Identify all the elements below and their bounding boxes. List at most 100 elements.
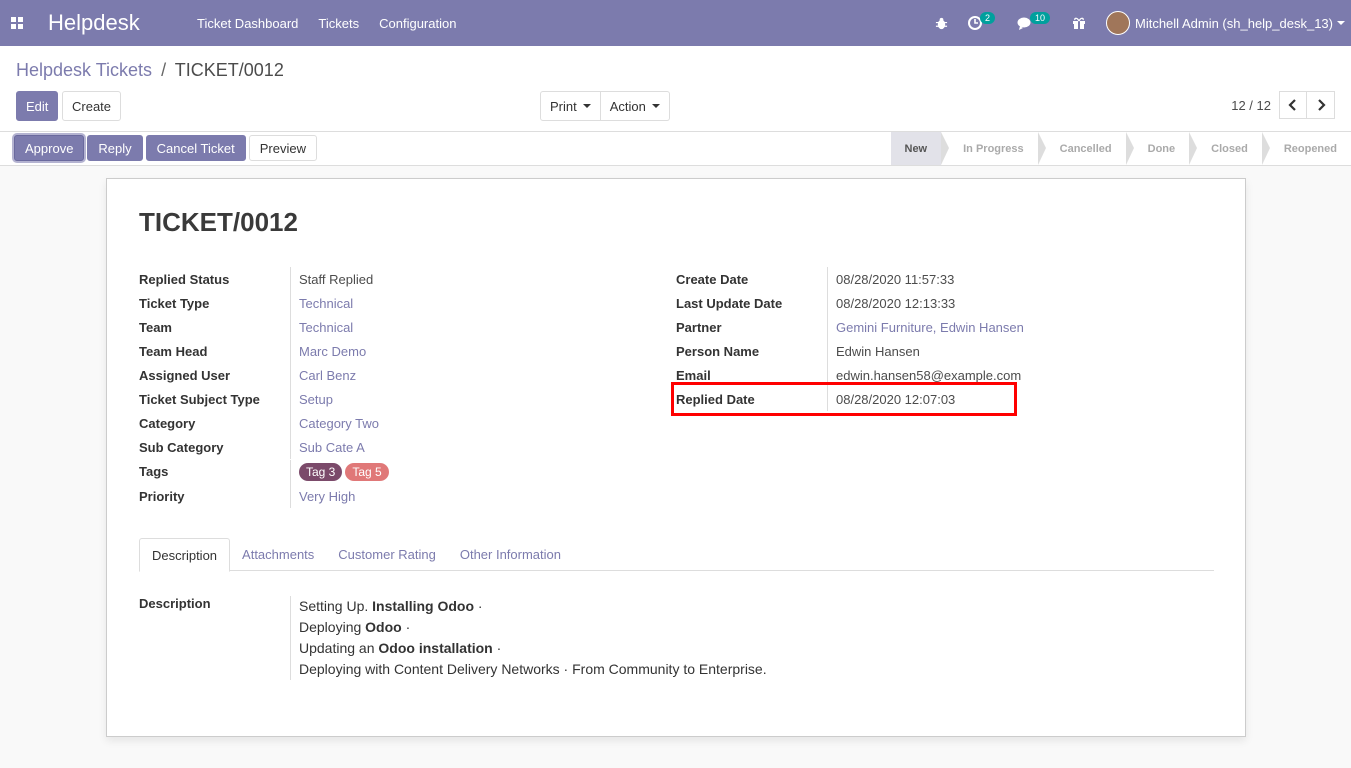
reply-button[interactable]: Reply <box>87 135 143 161</box>
top-navbar: Helpdesk Ticket Dashboard Tickets Config… <box>0 0 1351 46</box>
description-tab-content: Description Setting Up. Installing Odoo … <box>139 596 767 680</box>
field-value: Edwin Hansen <box>827 339 920 363</box>
field-value-link[interactable]: Sub Cate A <box>290 435 365 459</box>
menu-tickets[interactable]: Tickets <box>318 16 359 31</box>
field-assigned-user: Assigned User Carl Benz <box>139 363 392 387</box>
field-value-link[interactable]: Technical <box>290 291 353 315</box>
text-span: · <box>401 619 411 635</box>
bold-text: Odoo <box>365 619 402 635</box>
field-value-link[interactable]: Marc Demo <box>290 339 366 363</box>
tab-other-information[interactable]: Other Information <box>448 538 573 571</box>
stage-pipeline: New In Progress Cancelled Done Closed Re… <box>890 132 1351 165</box>
breadcrumb-parent-link[interactable]: Helpdesk Tickets <box>16 60 152 80</box>
field-label: Team Head <box>139 343 208 359</box>
tags-value: Tag 3 Tag 5 <box>290 459 392 484</box>
user-avatar[interactable] <box>1106 11 1130 35</box>
breadcrumb: Helpdesk Tickets / TICKET/0012 <box>16 60 284 81</box>
description-line: Deploying with Content Delivery Networks… <box>299 661 767 677</box>
field-value-link[interactable]: Setup <box>290 387 333 411</box>
field-value: 08/28/2020 12:13:33 <box>827 291 955 315</box>
tag-badge[interactable]: Tag 3 <box>299 462 343 481</box>
field-ticket-subject-type: Ticket Subject Type Setup <box>139 387 392 411</box>
bold-text: Installing Odoo <box>372 598 475 614</box>
left-field-group: Replied Status Staff Replied Ticket Type… <box>139 267 392 508</box>
tab-customer-rating[interactable]: Customer Rating <box>326 538 448 571</box>
gift-icon[interactable] <box>1072 16 1086 30</box>
ticket-title: TICKET/0012 <box>139 207 298 237</box>
text-span: Deploying <box>299 619 366 635</box>
chevron-left-icon <box>1288 99 1296 111</box>
field-sub-category: Sub Category Sub Cate A <box>139 435 392 459</box>
stage-done[interactable]: Done <box>1126 132 1197 165</box>
apps-menu-icon[interactable] <box>0 0 33 46</box>
field-value-link[interactable]: Gemini Furniture, Edwin Hansen <box>827 315 1024 339</box>
tag-badge[interactable]: Tag 5 <box>345 462 389 481</box>
field-label: Tags <box>139 464 169 479</box>
pager-value[interactable]: 12 / 12 <box>1231 98 1271 113</box>
control-panel: Helpdesk Tickets / TICKET/0012 Edit Crea… <box>0 46 1351 132</box>
stage-new[interactable]: New <box>890 132 949 165</box>
replied-date-highlight-box <box>671 382 1017 416</box>
field-value-link[interactable]: Category Two <box>290 411 379 435</box>
menu-configuration[interactable]: Configuration <box>379 16 456 31</box>
messages-chat-icon[interactable]: 10 <box>1017 12 1052 30</box>
description-body[interactable]: Setting Up. Installing Odoo · Deploying … <box>290 596 767 680</box>
stage-closed[interactable]: Closed <box>1189 132 1270 165</box>
bold-text: Odoo installation <box>378 640 493 656</box>
field-label: Create Date <box>676 271 749 287</box>
tab-description[interactable]: Description <box>139 538 231 572</box>
tab-attachments[interactable]: Attachments <box>230 538 326 571</box>
description-label: Description <box>139 596 211 611</box>
field-value-link[interactable]: Technical <box>290 315 353 339</box>
print-label: Print <box>550 98 577 114</box>
pager-next-button[interactable] <box>1307 91 1335 119</box>
debug-bug-icon[interactable] <box>935 17 948 30</box>
activity-clock-icon[interactable]: 2 <box>967 12 997 30</box>
field-team: Team Technical <box>139 315 392 339</box>
field-value: Staff Replied <box>290 267 373 291</box>
stage-in-progress[interactable]: In Progress <box>941 132 1046 165</box>
field-label: Sub Category <box>139 439 224 455</box>
text-span: · <box>492 640 502 656</box>
field-label: Assigned User <box>139 367 231 383</box>
app-brand[interactable]: Helpdesk <box>48 10 182 36</box>
print-dropdown[interactable]: Print <box>540 91 601 121</box>
field-label: Ticket Type <box>139 295 210 311</box>
cancel-ticket-button[interactable]: Cancel Ticket <box>145 135 246 161</box>
preview-button[interactable]: Preview <box>248 135 317 161</box>
field-value: 08/28/2020 11:57:33 <box>827 267 954 291</box>
field-create-date: Create Date 08/28/2020 11:57:33 <box>676 267 1024 291</box>
field-value: Very High <box>290 484 355 508</box>
field-person-name: Person Name Edwin Hansen <box>676 339 1024 363</box>
activity-badge: 2 <box>979 12 995 24</box>
approve-button[interactable]: Approve <box>14 135 85 161</box>
notebook-tabs: Description Attachments Customer Rating … <box>139 538 1214 572</box>
field-value-link[interactable]: Carl Benz <box>290 363 356 387</box>
field-category: Category Category Two <box>139 411 392 435</box>
text-span: Updating an <box>299 640 379 656</box>
field-replied-status: Replied Status Staff Replied <box>139 267 392 291</box>
breadcrumb-current: TICKET/0012 <box>174 60 284 80</box>
menu-ticket-dashboard[interactable]: Ticket Dashboard <box>197 16 298 31</box>
text-span: · <box>474 598 483 614</box>
create-button[interactable]: Create <box>62 91 122 121</box>
action-dropdown[interactable]: Action <box>600 91 670 121</box>
field-ticket-type: Ticket Type Technical <box>139 291 392 315</box>
form-sheet: TICKET/0012 Replied Status Staff Replied… <box>106 178 1246 737</box>
stage-reopened[interactable]: Reopened <box>1262 132 1351 165</box>
field-label: Replied Status <box>139 271 230 287</box>
pager-previous-button[interactable] <box>1279 91 1307 119</box>
field-label: Last Update Date <box>676 295 783 311</box>
user-menu-caret-icon[interactable] <box>1337 21 1345 25</box>
field-team-head: Team Head Marc Demo <box>139 339 392 363</box>
caret-down-icon <box>582 104 591 108</box>
field-priority: Priority Very High <box>139 484 392 508</box>
stage-cancelled[interactable]: Cancelled <box>1038 132 1134 165</box>
user-menu[interactable]: Mitchell Admin (sh_help_desk_13) <box>1135 16 1333 31</box>
description-line: Updating an Odoo installation · <box>299 638 767 659</box>
action-label: Action <box>609 98 646 114</box>
edit-button[interactable]: Edit <box>16 91 59 121</box>
caret-down-icon <box>651 104 660 108</box>
description-line: Setting Up. Installing Odoo · <box>299 596 767 617</box>
chevron-right-icon <box>1317 99 1326 111</box>
